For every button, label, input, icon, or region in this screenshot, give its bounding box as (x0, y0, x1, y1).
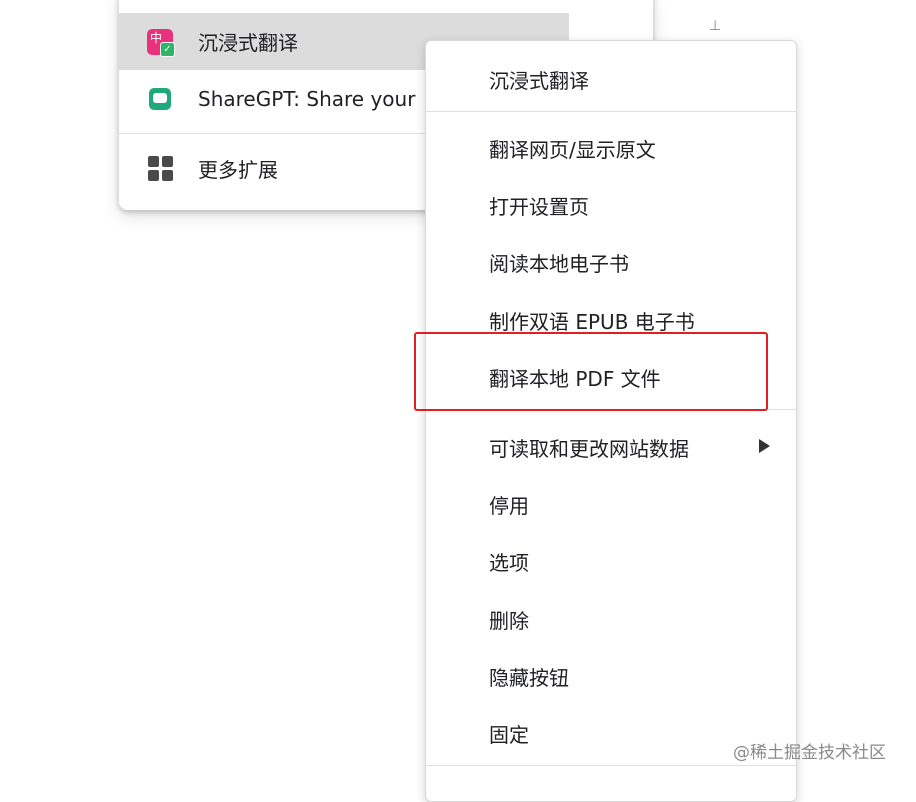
extension-context-menu: 沉浸式翻译 翻译网页/显示原文 打开设置页 阅读本地电子书 制作双语 EPUB … (425, 40, 797, 802)
menu-item-remove[interactable]: 删除 (489, 605, 529, 634)
more-extensions-label: 更多扩展 (198, 158, 278, 182)
menu-item-open-settings[interactable]: 打开设置页 (489, 191, 589, 220)
grid-icon (148, 155, 174, 182)
sharegpt-icon (149, 87, 171, 110)
menu-item-title[interactable]: 沉浸式翻译 (489, 65, 589, 94)
menu-item-disable[interactable]: 停用 (489, 490, 529, 519)
menu-item-make-bilingual-epub[interactable]: 制作双语 EPUB 电子书 (489, 306, 695, 335)
menu-separator (426, 765, 796, 766)
chevron-right-icon (759, 439, 770, 453)
extension-label: 沉浸式翻译 (198, 31, 298, 55)
menu-item-translate-page[interactable]: 翻译网页/显示原文 (489, 134, 656, 163)
annotation-highlight-box (414, 332, 768, 411)
menu-item-pin[interactable]: 固定 (489, 719, 529, 748)
watermark: @稀土掘金技术社区 (733, 743, 886, 763)
extension-label: ShareGPT: Share your (198, 86, 416, 111)
menu-item-site-access[interactable]: 可读取和更改网站数据 (489, 433, 689, 462)
immersive-translate-icon: 中 ✓ (147, 28, 175, 57)
menu-item-read-local-ebook[interactable]: 阅读本地电子书 (489, 248, 629, 277)
menu-item-hide-button[interactable]: 隐藏按钮 (489, 662, 569, 691)
pin-icon[interactable]: ⊥ (709, 18, 721, 34)
menu-separator (426, 111, 796, 112)
menu-item-options[interactable]: 选项 (489, 547, 529, 576)
